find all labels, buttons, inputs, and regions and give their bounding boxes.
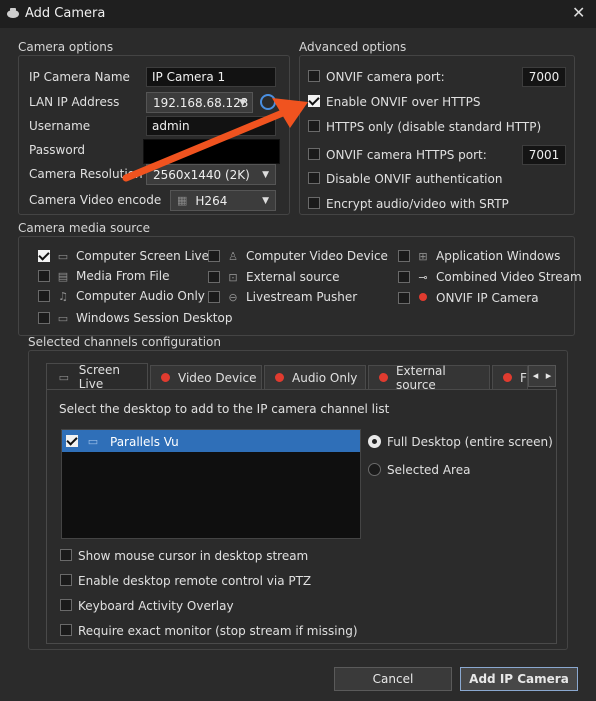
media-onvif-label: ONVIF IP Camera: [436, 291, 539, 305]
media-audio-label: Computer Audio Only: [76, 289, 205, 303]
media-file-checkbox[interactable]: [38, 270, 50, 282]
encode-value: H264: [195, 193, 228, 208]
selected-area-label: Selected Area: [387, 463, 471, 477]
media-onvif-checkbox[interactable]: [398, 292, 410, 304]
encrypt-srtp-checkbox[interactable]: [308, 197, 320, 209]
camera-options-legend: Camera options: [18, 40, 114, 54]
channels-legend: Selected channels configuration: [28, 335, 221, 349]
enable-https-label: Enable ONVIF over HTTPS: [326, 95, 481, 109]
media-livestream-label: Livestream Pusher: [246, 290, 358, 304]
push-icon: ⊖: [228, 290, 238, 304]
film-icon: ▦: [177, 194, 188, 207]
exact-monitor-checkbox[interactable]: [60, 624, 72, 636]
media-app-windows-checkbox[interactable]: [398, 250, 410, 262]
media-audio-checkbox[interactable]: [38, 290, 50, 302]
tab-screen-live[interactable]: ▭ Screen Live: [46, 363, 148, 391]
close-icon[interactable]: ✕: [572, 3, 585, 22]
remote-control-checkbox[interactable]: [60, 574, 72, 586]
tab-label: Screen Live: [78, 363, 120, 391]
full-desktop-label: Full Desktop (entire screen): [387, 435, 553, 449]
tab-label: Audio Only: [292, 370, 358, 385]
mouse-cursor-label: Show mouse cursor in desktop stream: [78, 549, 309, 563]
onvif-port-label: ONVIF camera port:: [326, 70, 445, 84]
keyboard-overlay-label: Keyboard Activity Overlay: [78, 599, 234, 613]
media-external-checkbox[interactable]: [208, 271, 220, 283]
monitor-icon: ▭: [58, 370, 70, 384]
encode-select[interactable]: ▦ H264 ▼: [170, 190, 276, 211]
media-video-device-checkbox[interactable]: [208, 250, 220, 262]
encode-label: Camera Video encode: [29, 193, 162, 207]
onvif-port-checkbox[interactable]: [308, 70, 320, 82]
cancel-button[interactable]: Cancel: [334, 667, 452, 691]
media-app-windows-label: Application Windows: [436, 249, 561, 263]
annotation-arrow-icon: [122, 98, 308, 182]
window-icon: ⊞: [418, 249, 428, 263]
media-external-label: External source: [246, 270, 340, 284]
monitor-icon: ▭: [57, 249, 69, 263]
exact-monitor-label: Require exact monitor (stop stream if mi…: [78, 624, 358, 638]
external-icon: ⊡: [228, 270, 238, 284]
lan-ip-label: LAN IP Address: [29, 95, 120, 109]
desktop-item-label: Parallels Vu: [110, 435, 179, 449]
media-combined-checkbox[interactable]: [398, 271, 410, 283]
password-label: Password: [29, 143, 86, 157]
selected-area-radio[interactable]: [368, 463, 381, 476]
tab-video-device[interactable]: Video Device: [150, 365, 262, 389]
tab-label: External source: [395, 363, 446, 392]
combine-icon: ⊸: [418, 270, 428, 284]
camera-name-label: IP Camera Name: [29, 70, 130, 84]
media-livestream-checkbox[interactable]: [208, 291, 220, 303]
mouse-cursor-checkbox[interactable]: [60, 549, 72, 561]
camera-app-icon: [6, 7, 20, 19]
audio-icon: ♫: [58, 289, 68, 303]
red-dot-icon: [161, 373, 170, 382]
person-icon: ♙: [228, 249, 238, 263]
https-port-label: ONVIF camera HTTPS port:: [326, 148, 487, 162]
desktop-item-checkbox[interactable]: [66, 435, 78, 447]
media-session-checkbox[interactable]: [38, 312, 50, 324]
add-ip-camera-button[interactable]: Add IP Camera: [460, 667, 578, 691]
window-title: Add Camera: [25, 6, 106, 21]
media-file-label: Media From File: [76, 269, 170, 283]
tab-overflow[interactable]: F: [492, 365, 528, 389]
red-dot-icon: [275, 373, 284, 382]
chevron-down-icon: ▼: [262, 196, 269, 206]
tab-label: Video Device: [178, 370, 257, 385]
monitor-icon: ▭: [87, 434, 99, 448]
monitor-icon: ▭: [57, 311, 69, 325]
media-video-device-label: Computer Video Device: [246, 249, 388, 263]
media-screen-live-label: Computer Screen Live: [76, 249, 210, 263]
full-desktop-radio[interactable]: [368, 435, 381, 448]
disable-auth-label: Disable ONVIF authentication: [326, 172, 503, 186]
tab-scroll-buttons: ◂ ▸: [528, 365, 556, 387]
chevron-right-icon[interactable]: ▸: [542, 366, 555, 386]
media-combined-label: Combined Video Stream: [436, 270, 582, 284]
onvif-port-input[interactable]: 7000: [522, 67, 566, 87]
film-icon: ▤: [57, 269, 69, 283]
advanced-options-legend: Advanced options: [299, 40, 407, 54]
pin-icon: [416, 291, 430, 303]
media-session-label: Windows Session Desktop: [76, 311, 233, 325]
red-dot-icon: [503, 373, 512, 382]
keyboard-overlay-checkbox[interactable]: [60, 599, 72, 611]
encrypt-srtp-label: Encrypt audio/video with SRTP: [326, 197, 509, 211]
username-label: Username: [29, 119, 91, 133]
desktop-instruction: Select the desktop to add to the IP came…: [59, 402, 390, 416]
list-item[interactable]: [62, 430, 360, 452]
media-source-legend: Camera media source: [18, 221, 150, 235]
remote-control-label: Enable desktop remote control via PTZ: [78, 574, 312, 588]
red-dot-icon: [379, 373, 388, 382]
media-screen-live-checkbox[interactable]: [38, 250, 50, 262]
chevron-left-icon[interactable]: ◂: [529, 366, 542, 386]
camera-name-input[interactable]: [146, 67, 276, 87]
https-port-input[interactable]: 7001: [522, 145, 566, 165]
tab-label: F: [520, 370, 527, 385]
https-only-label: HTTPS only (disable standard HTTP): [326, 120, 542, 134]
tab-external-source[interactable]: External source: [368, 363, 490, 392]
tab-audio-only[interactable]: Audio Only: [264, 365, 366, 389]
